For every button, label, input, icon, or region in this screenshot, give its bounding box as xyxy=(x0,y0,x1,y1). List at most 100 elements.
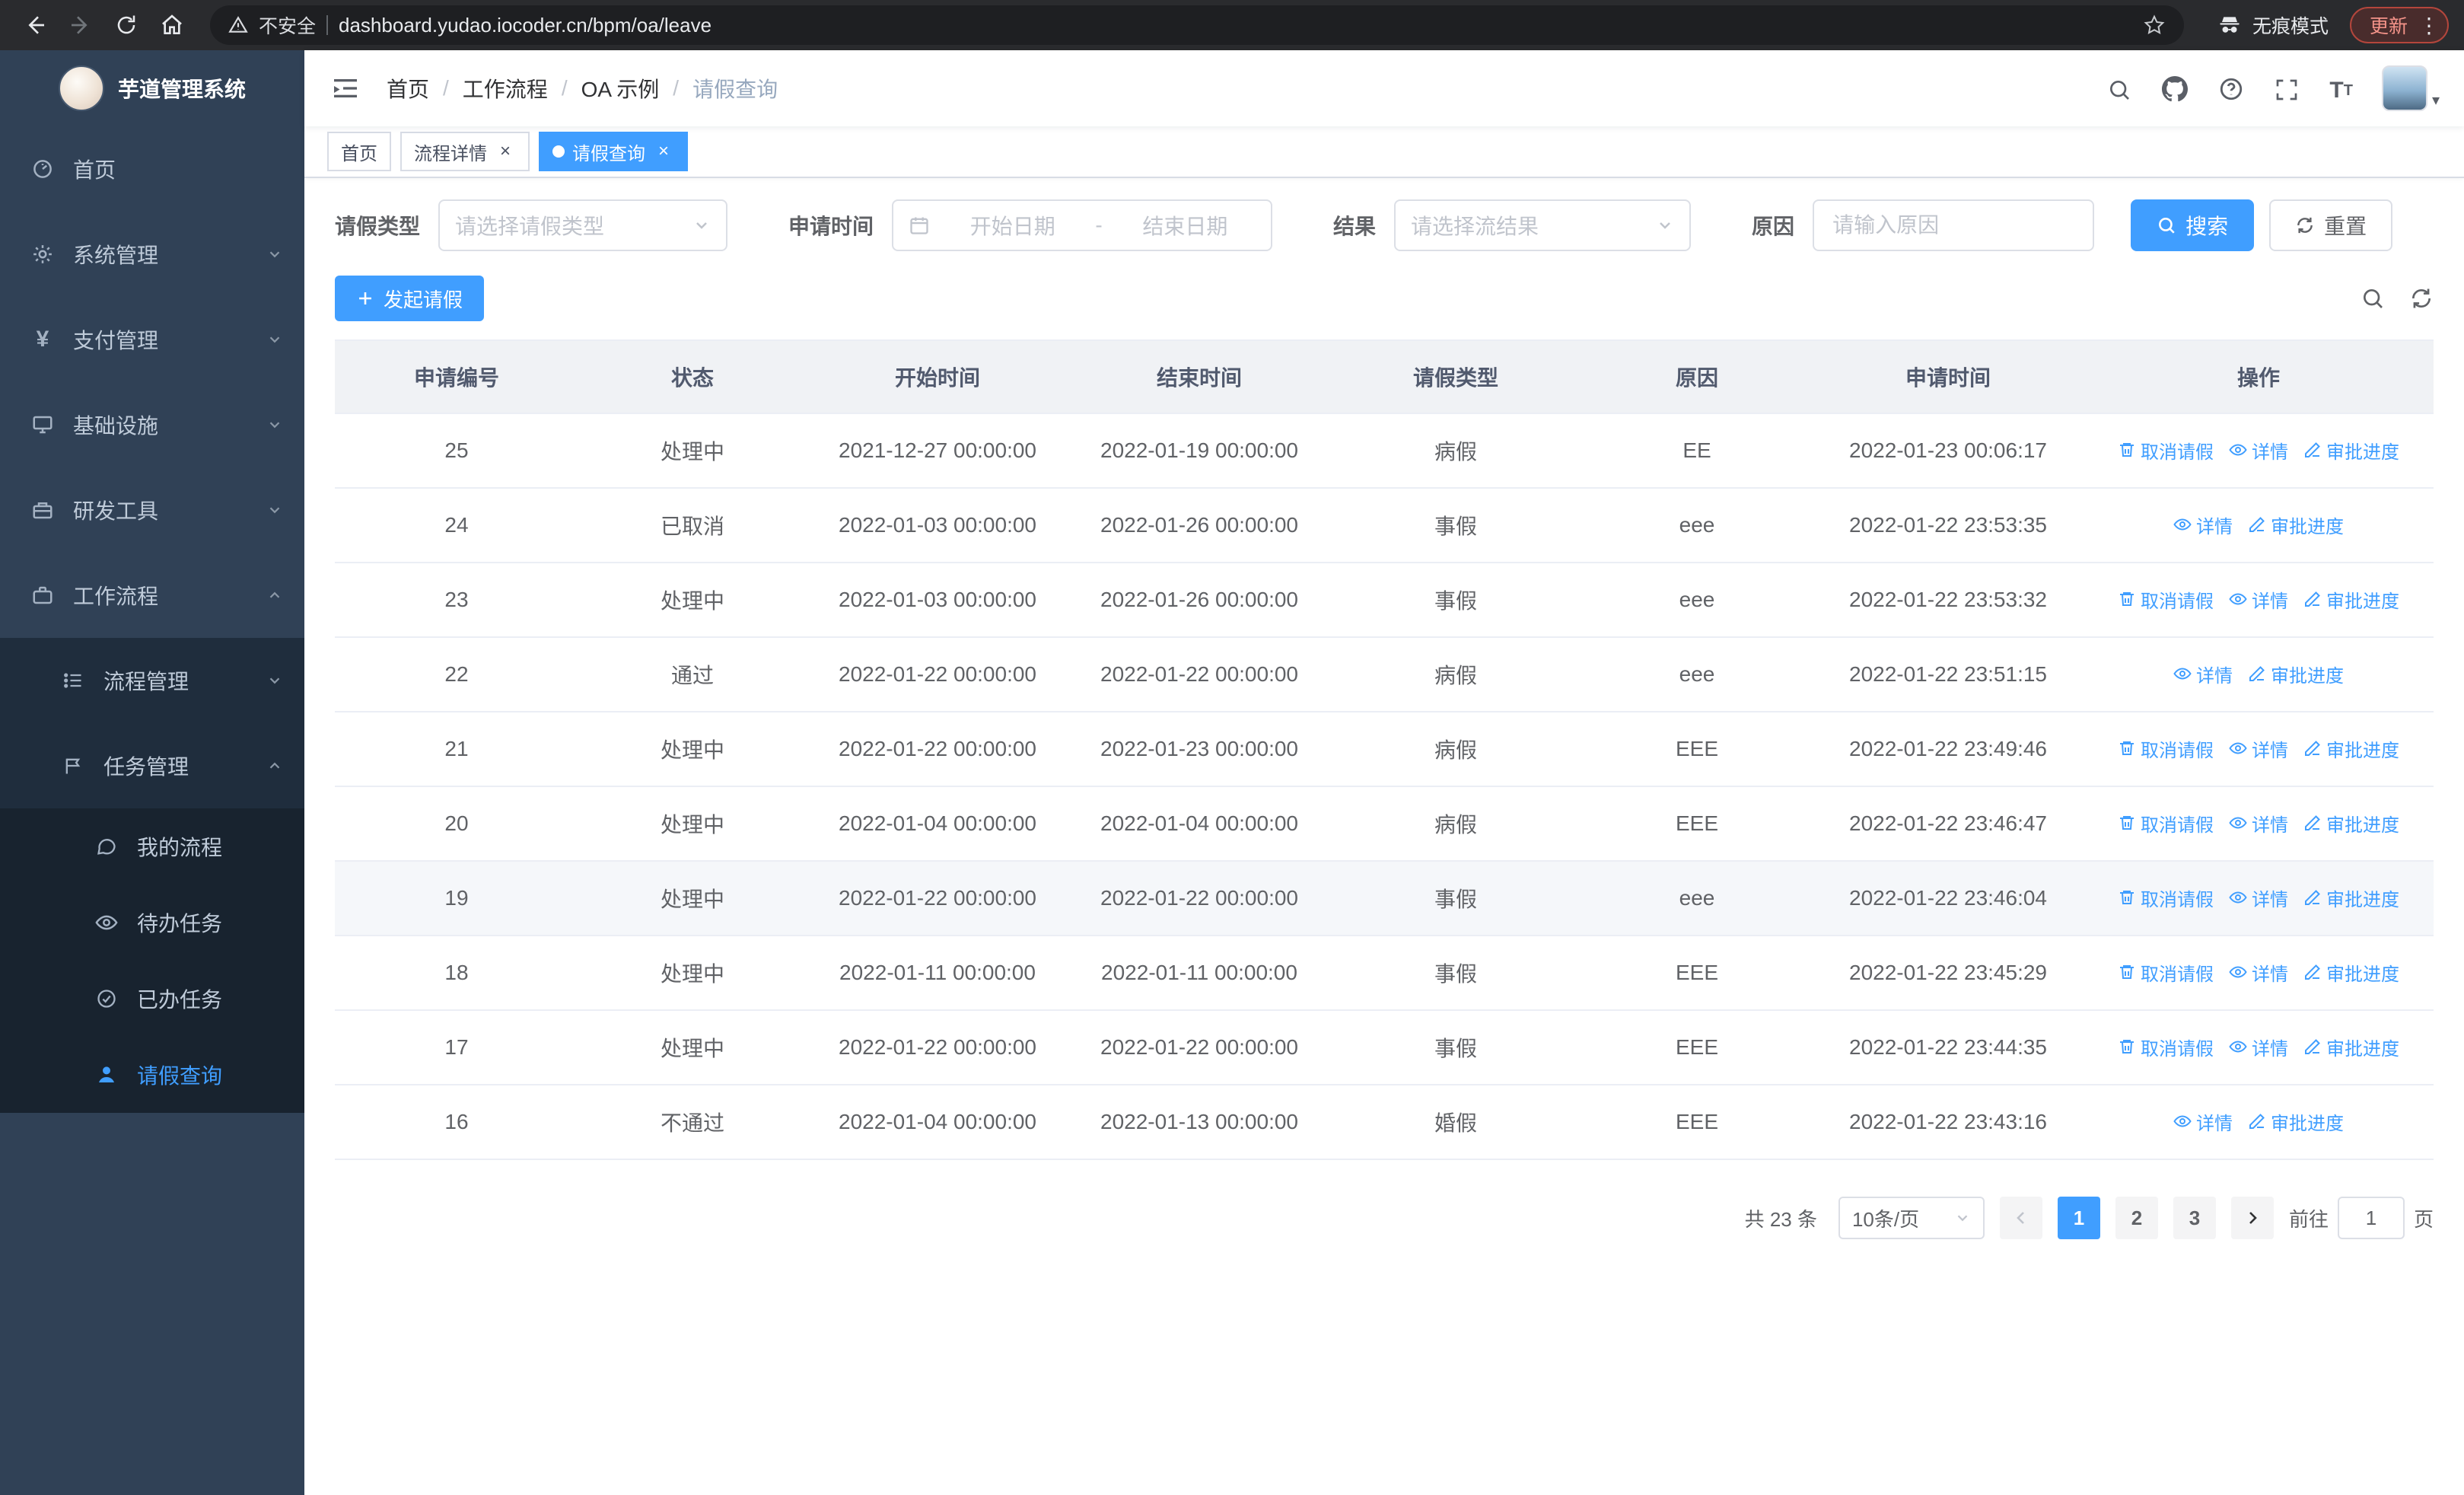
detail-action[interactable]: 详情 xyxy=(2229,586,2288,613)
hide-search-icon[interactable] xyxy=(2361,286,2385,311)
create-leave-button[interactable]: 发起请假 xyxy=(335,276,485,321)
tab-leave-query[interactable]: 请假查询 × xyxy=(539,132,688,171)
approval-progress-action[interactable]: 审批进度 xyxy=(2248,1108,2344,1135)
sidebar-item-label: 待办任务 xyxy=(137,912,223,936)
github-icon[interactable] xyxy=(2148,67,2201,111)
approval-progress-action[interactable]: 审批进度 xyxy=(2303,885,2399,911)
date-range-picker[interactable]: 开始日期 - 结束日期 xyxy=(892,199,1273,251)
refresh-icon[interactable] xyxy=(2409,286,2434,311)
sidebar-item-payment[interactable]: ¥ 支付管理 xyxy=(0,297,304,382)
sidebar-item-todo-tasks[interactable]: 待办任务 xyxy=(0,885,304,961)
page-button-3[interactable]: 3 xyxy=(2173,1197,2216,1239)
reset-button[interactable]: 重置 xyxy=(2269,199,2393,251)
update-chip[interactable]: 更新 ⋮ xyxy=(2349,7,2449,43)
sidebar-item-devtools[interactable]: 研发工具 xyxy=(0,467,304,553)
active-dot xyxy=(552,145,565,158)
filter-leave-type: 请假类型 请选择请假类型 xyxy=(335,199,728,251)
approval-progress-action[interactable]: 审批进度 xyxy=(2303,437,2399,464)
sidebar-item-my-processes[interactable]: 我的流程 xyxy=(0,808,304,885)
fullscreen-icon[interactable] xyxy=(2261,69,2313,111)
breadcrumb-item[interactable]: 工作流程 xyxy=(463,73,548,104)
cancel-leave-action[interactable]: 取消请假 xyxy=(2118,437,2214,464)
tab-home[interactable]: 首页 xyxy=(327,132,391,171)
back-button[interactable] xyxy=(15,5,55,45)
sidebar-item-done-tasks[interactable]: 已办任务 xyxy=(0,961,304,1037)
approval-progress-action[interactable]: 审批进度 xyxy=(2248,512,2344,538)
sidebar-item-leave-query[interactable]: 请假查询 xyxy=(0,1037,304,1113)
font-size-icon[interactable]: TT xyxy=(2316,70,2367,111)
breadcrumb-item[interactable]: 首页 xyxy=(387,73,429,104)
sidebar-item-home[interactable]: 首页 xyxy=(0,126,304,212)
reload-button[interactable] xyxy=(107,5,146,45)
approval-progress-action[interactable]: 审批进度 xyxy=(2248,661,2344,687)
approval-progress-action[interactable]: 审批进度 xyxy=(2303,810,2399,837)
cancel-leave-action[interactable]: 取消请假 xyxy=(2118,959,2214,986)
browser-chrome: 不安全 dashboard.yudao.iocoder.cn/bpm/oa/le… xyxy=(0,0,2464,50)
next-page-button[interactable] xyxy=(2230,1197,2274,1239)
approval-progress-action[interactable]: 审批进度 xyxy=(2303,959,2399,986)
page-button-1[interactable]: 1 xyxy=(2057,1197,2100,1239)
detail-action[interactable]: 详情 xyxy=(2229,885,2288,911)
prev-page-button[interactable] xyxy=(1999,1197,2042,1239)
detail-action[interactable]: 详情 xyxy=(2229,437,2288,464)
cancel-leave-action[interactable]: 取消请假 xyxy=(2118,586,2214,613)
sidebar-item-process-management[interactable]: 流程管理 xyxy=(0,638,304,723)
logo-avatar xyxy=(58,65,104,111)
cancel-leave-action[interactable]: 取消请假 xyxy=(2118,1034,2214,1060)
search-button[interactable]: 搜索 xyxy=(2131,199,2255,251)
user-menu[interactable]: ▾ xyxy=(2381,65,2440,111)
cell-actions: 详情 审批进度 xyxy=(2084,1085,2434,1160)
approval-progress-action[interactable]: 审批进度 xyxy=(2303,586,2399,613)
goto-page-input[interactable] xyxy=(2337,1197,2405,1239)
sidebar-item-system[interactable]: 系统管理 xyxy=(0,212,304,297)
menu-dots-icon[interactable]: ⋮ xyxy=(2417,13,2441,38)
detail-action[interactable]: 详情 xyxy=(2173,1108,2233,1135)
cell-reason: EEE xyxy=(1581,936,1813,1011)
result-select[interactable]: 请选择流结果 xyxy=(1394,199,1692,251)
forward-button[interactable] xyxy=(61,5,100,45)
detail-action[interactable]: 详情 xyxy=(2229,735,2288,762)
col-status: 状态 xyxy=(578,340,807,414)
sidebar-item-infrastructure[interactable]: 基础设施 xyxy=(0,382,304,467)
tab-process-detail[interactable]: 流程详情 × xyxy=(400,132,530,171)
detail-action[interactable]: 详情 xyxy=(2229,959,2288,986)
leave-table-body: 25 处理中 2021-12-27 00:00:00 2022-01-19 00:00… xyxy=(335,413,2434,1160)
cell-actions: 取消请假 详情 审批进度 xyxy=(2084,786,2434,862)
leave-type-select[interactable]: 请选择请假类型 xyxy=(438,199,728,251)
cell-start-time: 2022-01-04 00:00:00 xyxy=(807,1085,1068,1160)
cancel-leave-action[interactable]: 取消请假 xyxy=(2118,735,2214,762)
cell-apply-time: 2022-01-22 23:46:04 xyxy=(1813,861,2084,936)
help-icon[interactable] xyxy=(2205,67,2258,111)
page-button-2[interactable]: 2 xyxy=(2115,1197,2158,1239)
detail-action[interactable]: 详情 xyxy=(2173,661,2233,687)
detail-action[interactable]: 详情 xyxy=(2173,512,2233,538)
cell-apply-time: 2022-01-22 23:43:16 xyxy=(1813,1085,2084,1160)
reason-input[interactable] xyxy=(1813,199,2095,251)
approval-progress-action[interactable]: 审批进度 xyxy=(2303,735,2399,762)
sidebar-item-workflow[interactable]: 工作流程 xyxy=(0,553,304,638)
cancel-leave-action[interactable]: 取消请假 xyxy=(2118,885,2214,911)
close-icon[interactable]: × xyxy=(495,141,516,162)
breadcrumb-item[interactable]: OA 示例 xyxy=(581,73,660,104)
cell-status: 处理中 xyxy=(578,1010,807,1085)
address-bar[interactable]: 不安全 dashboard.yudao.iocoder.cn/bpm/oa/le… xyxy=(210,5,2184,45)
bookmark-star-icon[interactable] xyxy=(2143,14,2166,37)
detail-action[interactable]: 详情 xyxy=(2229,810,2288,837)
search-icon[interactable] xyxy=(2093,69,2145,111)
home-button[interactable] xyxy=(152,5,192,45)
approval-progress-action[interactable]: 审批进度 xyxy=(2303,1034,2399,1060)
back-icon xyxy=(28,16,44,34)
cell-status: 处理中 xyxy=(578,712,807,787)
sidebar-item-task-management[interactable]: 任务管理 xyxy=(0,723,304,808)
close-icon[interactable]: × xyxy=(653,141,674,162)
cancel-leave-action[interactable]: 取消请假 xyxy=(2118,810,2214,837)
cell-leave-type: 事假 xyxy=(1330,936,1581,1011)
sidebar-toggle-icon[interactable] xyxy=(326,69,365,108)
detail-action[interactable]: 详情 xyxy=(2229,1034,2288,1060)
app-logo[interactable]: 芋道管理系统 xyxy=(0,50,304,126)
cell-leave-type: 病假 xyxy=(1330,786,1581,862)
update-label: 更新 xyxy=(2369,16,2408,37)
reason-label: 原因 xyxy=(1752,215,1795,238)
page-size-select[interactable]: 10条/页 xyxy=(1838,1197,1985,1239)
sidebar-item-label: 基础设施 xyxy=(73,414,159,438)
